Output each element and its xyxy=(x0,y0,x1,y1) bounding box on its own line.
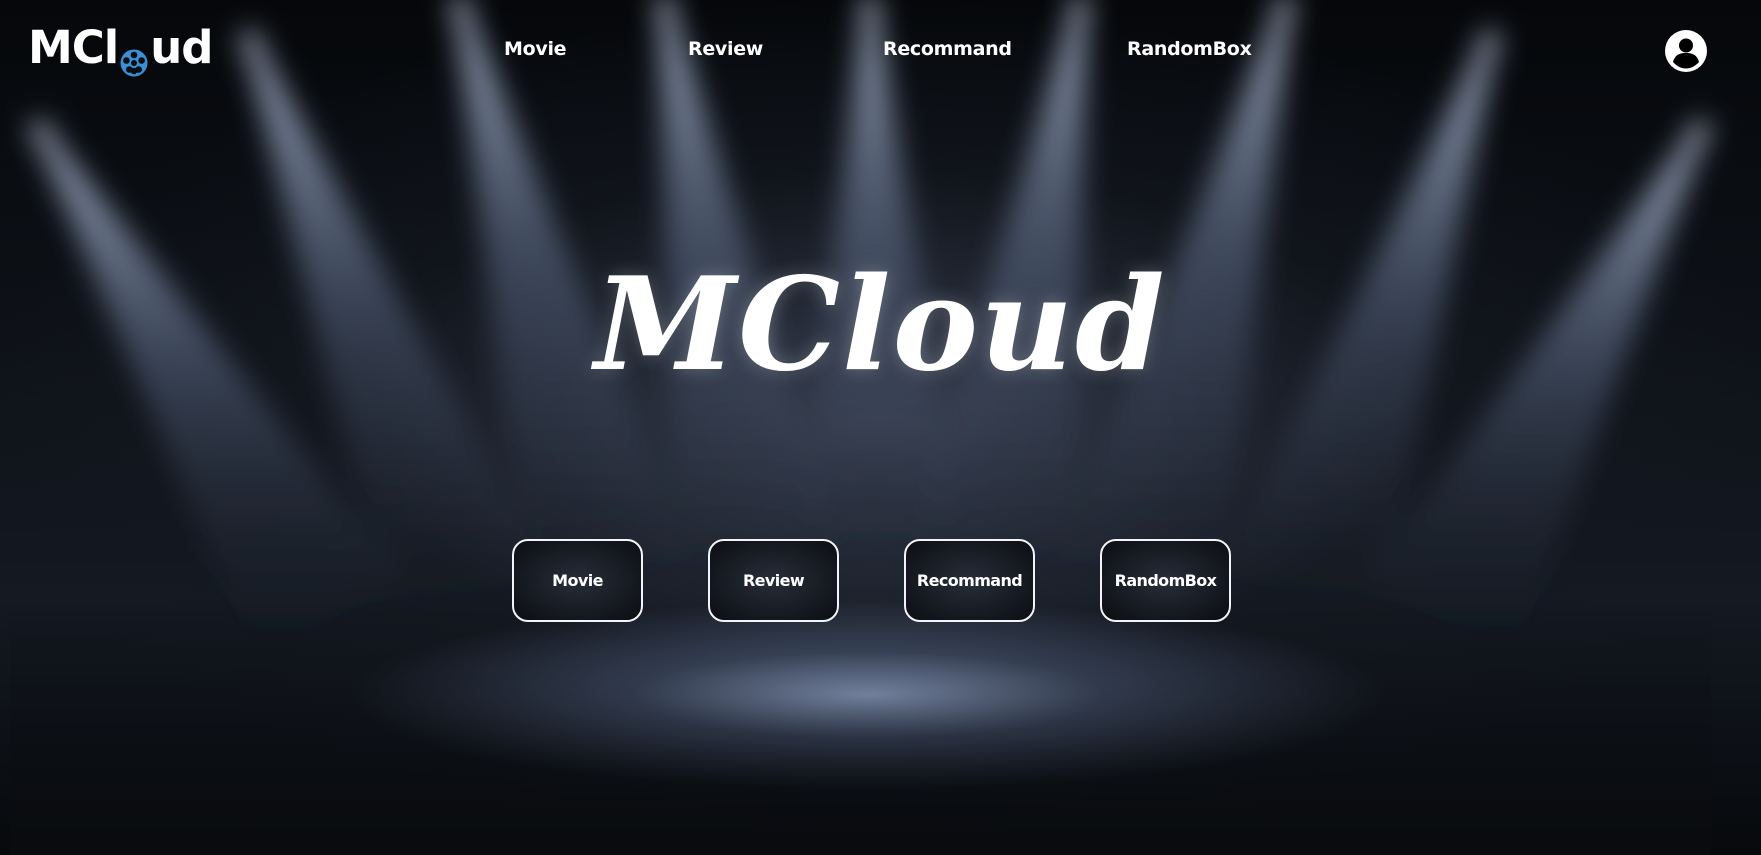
nav-link-recommand[interactable]: Recommand xyxy=(883,38,1012,60)
hero-button-randombox[interactable]: RandomBox xyxy=(1100,539,1231,622)
hero-title: MCloud xyxy=(594,250,1167,400)
spotlight-source xyxy=(1692,122,1708,138)
film-reel-icon xyxy=(119,36,149,77)
mcloud-logo[interactable]: MCl ud xyxy=(28,20,213,77)
logo-text-suffix: ud xyxy=(150,20,213,74)
top-navigation-bar: MCl ud Movie Review Recommand RandomBox xyxy=(0,0,1761,100)
hero-button-review[interactable]: Review xyxy=(708,539,839,622)
hero-button-recommand[interactable]: Recommand xyxy=(904,539,1035,622)
nav-link-movie[interactable]: Movie xyxy=(504,38,567,60)
stage-background xyxy=(0,0,1761,855)
hero-button-row: Movie Review Recommand RandomBox xyxy=(0,539,1761,622)
logo-text-prefix: MCl xyxy=(28,20,119,74)
nav-link-randombox[interactable]: RandomBox xyxy=(1127,38,1252,60)
nav-link-review[interactable]: Review xyxy=(688,38,763,60)
stage-floor xyxy=(10,600,1711,855)
hero-button-movie[interactable]: Movie xyxy=(512,539,643,622)
user-circle-icon[interactable] xyxy=(1664,29,1708,73)
spotlight-source xyxy=(32,122,48,138)
